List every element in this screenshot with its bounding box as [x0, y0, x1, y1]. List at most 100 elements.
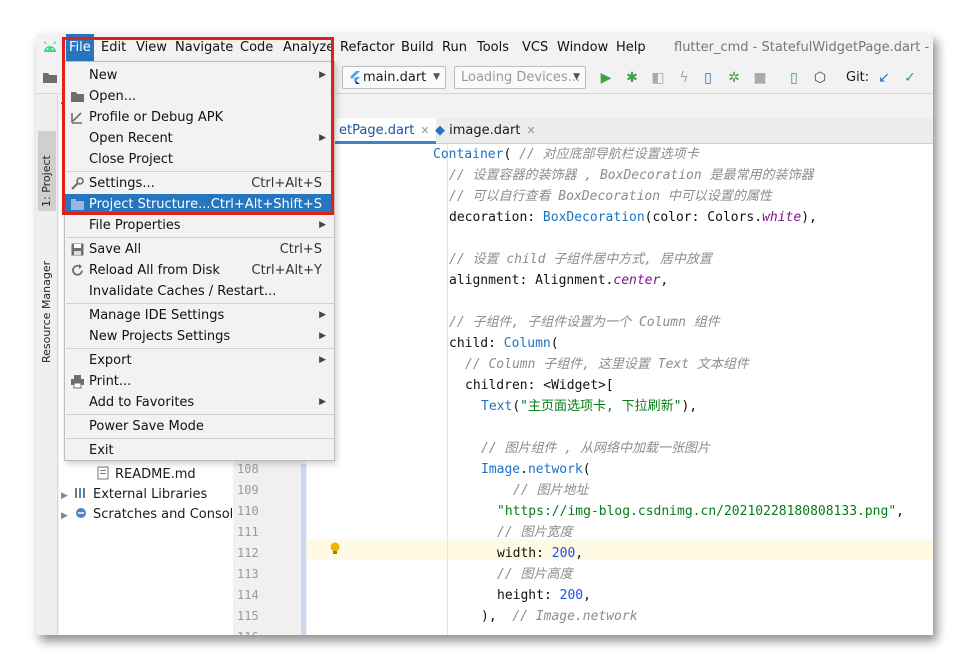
menu-tools[interactable]: Tools — [477, 34, 509, 62]
android-icon — [43, 41, 57, 52]
code-line: // 图片宽度 — [497, 525, 573, 540]
device-selector[interactable]: Loading Devices... ▼ — [454, 66, 586, 89]
line-number: 109 — [237, 483, 259, 497]
git-label: Git: — [846, 70, 870, 85]
menu-item-new[interactable]: New ▶ — [65, 65, 334, 86]
line-number: 110 — [237, 504, 259, 518]
menu-item-settings[interactable]: Settings... Ctrl+Alt+S — [65, 173, 334, 194]
project-tool-tab[interactable]: 1: Project — [38, 131, 56, 211]
ide-window: File Edit View Navigate Code Analyze Ref… — [36, 34, 933, 635]
menu-item-open[interactable]: Open... — [65, 86, 334, 107]
code-line: // Column 子组件, 这里设置 Text 文本组件 — [465, 357, 749, 372]
debug-icon[interactable]: ✱ — [624, 70, 640, 86]
code-line: child: Column( — [449, 336, 559, 351]
line-number: 108 — [237, 462, 259, 476]
line-number: 111 — [237, 525, 259, 539]
submenu-arrow-icon: ▶ — [319, 397, 326, 407]
menu-build[interactable]: Build — [401, 34, 434, 62]
code-line: // 图片组件 , 从网络中加载一张图片 — [481, 441, 710, 456]
menu-separator — [66, 414, 334, 415]
menu-file[interactable]: File — [66, 34, 94, 62]
menu-item-project-structure[interactable]: Project Structure... Ctrl+Alt+Shift+S — [65, 194, 334, 215]
line-number: 116 — [237, 627, 259, 635]
code-line: alignment: Alignment.center, — [449, 273, 669, 288]
editor-tabs: etPage.dart ✕ ◆ image.dart ✕ — [233, 118, 933, 144]
line-number: 114 — [237, 588, 259, 602]
code-line: Container( // 对应底部导航栏设置选项卡 — [433, 147, 699, 162]
run-config-label: main.dart — [363, 70, 427, 85]
device-file-icon[interactable]: ▯ — [700, 70, 716, 86]
run-icon[interactable]: ▶ — [598, 70, 614, 86]
menu-separator — [66, 171, 334, 172]
menu-window[interactable]: Window — [557, 34, 608, 62]
tree-item-external-libraries[interactable]: ▶ External Libraries — [61, 485, 207, 505]
menu-item-new-projects-settings[interactable]: New Projects Settings ▶ — [65, 326, 334, 347]
menu-item-file-properties[interactable]: File Properties ▶ — [65, 215, 334, 236]
tree-item-readme[interactable]: README.md — [95, 465, 196, 485]
wrench-icon — [71, 177, 84, 190]
markdown-file-icon — [97, 466, 109, 480]
code-line: ), // Image.network — [481, 609, 638, 624]
open-folder-icon[interactable] — [42, 71, 58, 84]
tab-stateful-widget-page[interactable]: etPage.dart ✕ — [333, 118, 436, 144]
device-selector-label: Loading Devices... — [461, 70, 581, 85]
attach-debugger-icon[interactable]: ◧ — [650, 70, 666, 86]
git-update-icon[interactable]: ↙ — [876, 70, 892, 86]
lightbulb-icon[interactable] — [330, 542, 340, 555]
menu-help[interactable]: Help — [616, 34, 646, 62]
menu-item-add-to-favorites[interactable]: Add to Favorites ▶ — [65, 392, 334, 413]
library-icon — [75, 488, 85, 498]
menu-item-manage-ide-settings[interactable]: Manage IDE Settings ▶ — [65, 305, 334, 326]
line-number: 113 — [237, 567, 259, 581]
menu-item-reload[interactable]: Reload All from Disk Ctrl+Alt+Y — [65, 260, 334, 281]
menu-run[interactable]: Run — [442, 34, 467, 62]
expand-arrow-icon[interactable]: ▶ — [61, 506, 73, 526]
resource-manager-tab[interactable]: Resource Manager — [38, 245, 56, 365]
tree-item-label: README.md — [115, 467, 196, 482]
dart-file-icon: ◆ — [435, 123, 450, 138]
profile-icon[interactable]: ✲ — [726, 70, 742, 86]
hot-reload-icon[interactable]: ϟ — [676, 70, 692, 86]
change-marker — [301, 464, 306, 635]
expand-arrow-icon[interactable]: ▶ — [61, 486, 73, 506]
menu-item-close-project[interactable]: Close Project — [65, 149, 334, 170]
left-tool-strip: 1: Project Resource Manager — [36, 95, 58, 635]
printer-icon — [71, 375, 84, 389]
menu-separator — [66, 438, 334, 439]
menu-vcs[interactable]: VCS — [522, 34, 548, 62]
git-commit-icon[interactable]: ✓ — [902, 70, 918, 86]
menu-edit[interactable]: Edit — [101, 34, 126, 62]
menu-item-print[interactable]: Print... — [65, 371, 334, 392]
sdk-manager-icon[interactable]: ⬡ — [812, 70, 828, 86]
tab-image-dart[interactable]: ◆ image.dart ✕ — [429, 118, 542, 144]
menu-item-open-recent[interactable]: Open Recent ▶ — [65, 128, 334, 149]
folder-icon — [71, 92, 84, 102]
tab-label: etPage.dart — [339, 123, 415, 138]
code-line: width: 200, — [497, 546, 584, 561]
tree-item-scratches[interactable]: ▶ Scratches and Consoles — [61, 505, 248, 525]
avd-manager-icon[interactable]: ▯ — [786, 70, 802, 86]
stop-icon[interactable]: ■ — [752, 70, 768, 86]
code-line: // 图片地址 — [513, 483, 589, 498]
code-line: // 可以自行查看 BoxDecoration 中可以设置的属性 — [449, 189, 772, 204]
menu-view[interactable]: View — [136, 34, 167, 62]
menu-analyze[interactable]: Analyze — [283, 34, 334, 62]
save-icon — [71, 243, 84, 256]
menu-item-save-all[interactable]: Save All Ctrl+S — [65, 239, 334, 260]
menu-item-profile-apk[interactable]: Profile or Debug APK — [65, 107, 334, 128]
menu-item-export[interactable]: Export ▶ — [65, 350, 334, 371]
file-menu-dropdown: New ▶ Open... Profile or Debug APK Open R… — [64, 61, 335, 461]
profile-apk-icon — [71, 112, 82, 124]
submenu-arrow-icon: ▶ — [319, 133, 326, 143]
run-config-selector[interactable]: main.dart ▼ — [342, 66, 446, 89]
menu-item-power-save-mode[interactable]: Power Save Mode — [65, 416, 334, 437]
close-icon[interactable]: ✕ — [526, 124, 535, 137]
menu-item-exit[interactable]: Exit — [65, 440, 334, 461]
code-editor[interactable]: Container( // 对应底部导航栏设置选项卡 // 设置容器的装饰器 ,… — [307, 144, 933, 635]
menu-refactor[interactable]: Refactor — [340, 34, 395, 62]
menu-navigate[interactable]: Navigate — [175, 34, 233, 62]
menu-code[interactable]: Code — [240, 34, 273, 62]
project-structure-icon — [71, 199, 84, 210]
menu-item-invalidate-caches[interactable]: Invalidate Caches / Restart... — [65, 281, 334, 302]
code-line: decoration: BoxDecoration(color: Colors.… — [449, 210, 817, 225]
